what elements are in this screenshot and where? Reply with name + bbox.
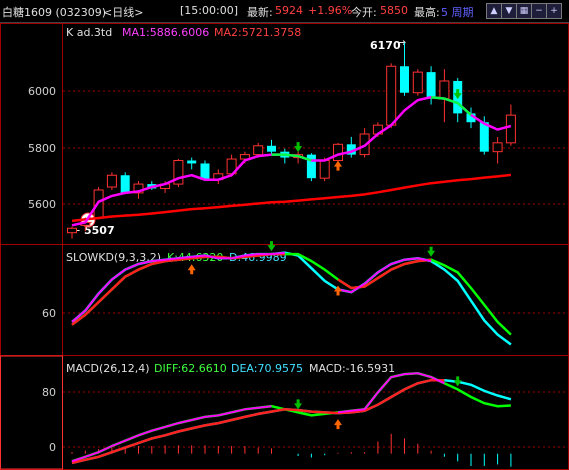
macd-dea-line <box>71 378 512 465</box>
buy-arrow-icon <box>187 264 196 275</box>
ma1-line-signal <box>430 95 472 116</box>
macd-value-label: MACD:-16.5931 <box>309 362 395 375</box>
candle-body-up <box>439 80 450 100</box>
price-tick-label: 5600 <box>28 198 56 211</box>
macd-diff-label: DIFF:62.6610 <box>154 362 227 375</box>
ma1-line-signal <box>271 153 312 162</box>
candle-body-up <box>319 160 330 179</box>
price-pane <box>67 42 516 239</box>
macd-tick-label: 0 <box>49 441 56 454</box>
candle-body-down <box>400 66 409 93</box>
ma2-label: MA2:5721.3758 <box>214 26 301 39</box>
kd-d-line <box>71 252 512 336</box>
macd-legend: MACD(26,12,4) <box>66 362 150 375</box>
macd-diff-line <box>71 372 511 463</box>
buy-arrow-icon <box>334 160 342 171</box>
candle-body-up <box>386 65 397 126</box>
macd-pane <box>71 372 512 467</box>
ma2-line <box>71 173 512 223</box>
sell-arrow-icon <box>294 399 303 410</box>
sell-arrow-icon <box>294 142 303 153</box>
candle-body-up <box>333 143 343 162</box>
candle-body-up <box>492 142 503 153</box>
price-tick-label: 5800 <box>28 142 56 155</box>
candle-body-down <box>426 72 436 99</box>
candle-body-up <box>106 174 117 188</box>
sell-arrow-icon <box>453 376 462 387</box>
sell-arrow-icon <box>267 241 276 252</box>
kd-tick-label: 60 <box>42 307 56 320</box>
candle-body-down <box>479 122 489 152</box>
candle-body-down <box>200 163 210 180</box>
candle-body-down <box>267 145 276 152</box>
candle-body-up <box>253 145 264 156</box>
price-tick-label: 6000 <box>28 85 56 98</box>
price-legend: K ad.3td <box>66 26 112 39</box>
sell-arrow-icon <box>427 246 436 257</box>
macd-tick-label: 80 <box>42 386 56 399</box>
chart-area[interactable]: K ad.3td MA1:5886.6006 MA2:5721.3758 SLO… <box>0 0 569 470</box>
candle-body-down <box>187 160 197 164</box>
macd-dea-label: DEA:70.9575 <box>231 362 303 375</box>
candle-body-up <box>505 114 516 144</box>
candle-body-down <box>120 175 130 193</box>
macd-rise-line <box>337 372 445 414</box>
kd-rise-line <box>337 258 432 290</box>
ma1-line <box>71 95 512 227</box>
candle-body-up <box>67 227 77 234</box>
candle-body-up <box>412 71 423 94</box>
buy-arrow-icon <box>334 419 342 430</box>
ma1-label: MA1:5886.6006 <box>122 26 209 39</box>
